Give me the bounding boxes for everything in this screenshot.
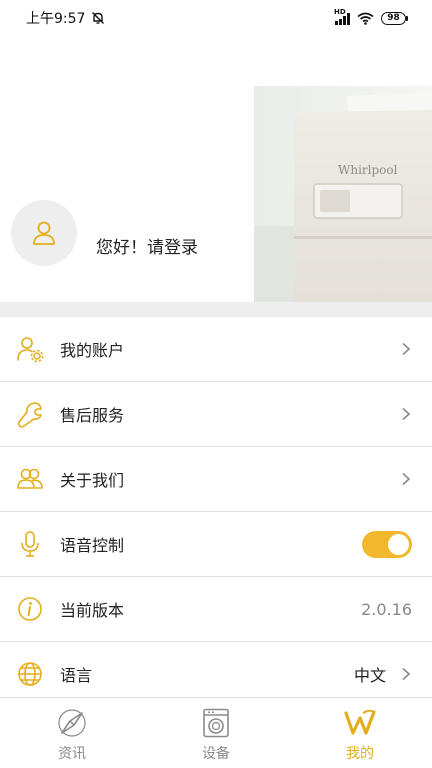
- battery-icon: 98: [381, 11, 408, 25]
- menu-item-voice-control: 语音控制: [0, 512, 432, 577]
- account-settings-icon: [16, 335, 44, 363]
- bottom-tab-bar: 资讯 设备 我的: [0, 697, 432, 768]
- cellular-signal-icon: HD: [334, 8, 350, 25]
- section-divider: [0, 302, 432, 317]
- user-icon: [33, 221, 55, 245]
- voice-control-toggle[interactable]: [362, 530, 412, 558]
- chevron-right-icon: [402, 667, 411, 681]
- bell-muted-icon: [92, 12, 105, 24]
- menu-item-account[interactable]: 我的账户: [0, 317, 432, 382]
- info-icon: [16, 595, 44, 623]
- tab-mine[interactable]: 我的: [288, 698, 432, 768]
- chevron-right-icon: [402, 407, 411, 421]
- tab-devices[interactable]: 设备: [144, 698, 288, 768]
- profile-header: Whirlpool 您好！请登录: [0, 0, 432, 302]
- people-icon: [16, 465, 44, 493]
- menu-item-label: 关于我们: [60, 471, 125, 490]
- menu-item-after-sales[interactable]: 售后服务: [0, 382, 432, 447]
- menu-item-label: 语言: [60, 666, 93, 685]
- wrench-icon: [16, 400, 44, 428]
- washer-icon: [199, 708, 233, 738]
- avatar[interactable]: [11, 200, 77, 266]
- tab-label: 设备: [202, 746, 230, 762]
- tab-news[interactable]: 资讯: [0, 698, 144, 768]
- login-prompt[interactable]: 您好！请登录: [96, 233, 198, 258]
- menu-item-label: 语音控制: [60, 536, 125, 555]
- menu-item-label: 我的账户: [60, 341, 125, 360]
- wifi-icon: [357, 12, 374, 25]
- menu-item-about-us[interactable]: 关于我们: [0, 447, 432, 512]
- menu-item-label: 售后服务: [60, 406, 125, 425]
- settings-menu: 我的账户 售后服务 关于我们 语音控制 当前版本 2.0.16 语言 中文: [0, 317, 432, 707]
- globe-icon: [16, 660, 44, 688]
- compass-icon: [55, 708, 89, 738]
- status-time: 上午9:57: [26, 11, 86, 27]
- washing-machine-image: Whirlpool: [254, 86, 432, 302]
- brand-logo: Whirlpool: [338, 163, 398, 177]
- menu-item-label: 当前版本: [60, 601, 125, 620]
- language-value: 中文: [353, 666, 386, 685]
- tab-label: 我的: [346, 746, 374, 762]
- whirlpool-w-icon: [343, 708, 377, 738]
- status-bar: 上午9:57 HD 98: [0, 0, 432, 36]
- chevron-right-icon: [402, 472, 411, 486]
- tab-label: 资讯: [58, 746, 86, 762]
- menu-item-version: 当前版本 2.0.16: [0, 577, 432, 642]
- microphone-icon: [16, 530, 44, 558]
- version-value: 2.0.16: [361, 599, 412, 619]
- chevron-right-icon: [402, 342, 411, 356]
